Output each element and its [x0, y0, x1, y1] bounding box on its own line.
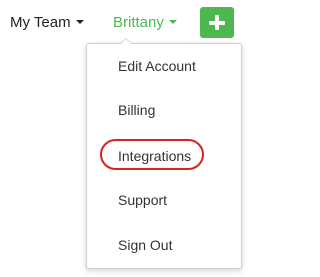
menu-item-billing[interactable]: Billing [118, 100, 155, 120]
user-menu-toggle[interactable]: Brittany [113, 13, 177, 33]
add-button[interactable] [200, 7, 234, 38]
menu-item-support[interactable]: Support [118, 190, 167, 210]
menu-item-integrations[interactable]: Integrations [118, 146, 191, 166]
caret-down-icon [75, 20, 84, 25]
user-dropdown-menu: Edit Account Billing Integrations Suppor… [86, 38, 242, 269]
plus-icon-bar [209, 21, 225, 25]
caret-down-icon [168, 20, 177, 25]
user-menu-label: Brittany [113, 14, 164, 31]
team-menu-toggle[interactable]: My Team [10, 13, 84, 33]
menu-item-edit-account[interactable]: Edit Account [118, 56, 196, 76]
menu-item-sign-out[interactable]: Sign Out [118, 235, 172, 255]
team-menu-label: My Team [10, 14, 71, 31]
